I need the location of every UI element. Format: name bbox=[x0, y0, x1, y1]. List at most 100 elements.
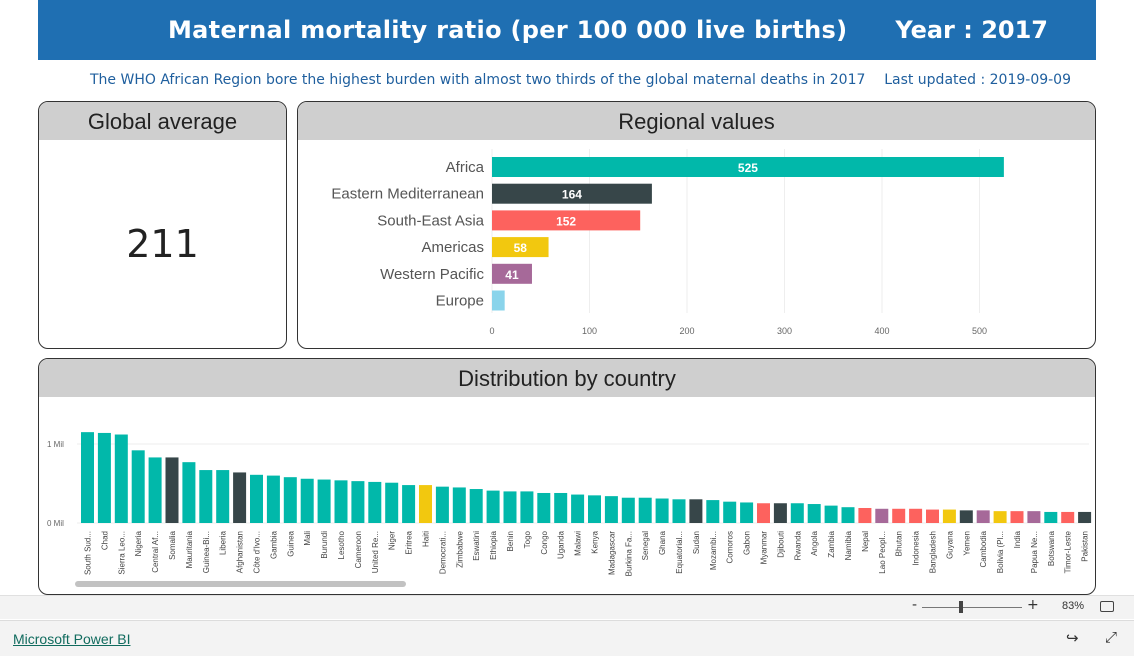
country-bar bbox=[131, 450, 145, 523]
country-label: Mozambi... bbox=[709, 531, 718, 570]
country-label: Nigeria bbox=[134, 530, 143, 556]
country-label: Niger bbox=[388, 531, 397, 550]
country-bar bbox=[588, 495, 601, 523]
zoom-in-button[interactable]: + bbox=[1027, 597, 1039, 613]
report-header: Maternal mortality ratio (per 100 000 li… bbox=[38, 0, 1096, 60]
country-label: Cameroon bbox=[354, 531, 363, 568]
country-label: Namibia bbox=[844, 530, 853, 560]
region-label: Africa bbox=[446, 159, 485, 176]
region-label: South-East Asia bbox=[377, 212, 484, 229]
country-label: Somalia bbox=[168, 530, 177, 559]
distribution-title: Distribution by country bbox=[39, 359, 1095, 397]
country-label: Lao Peopl... bbox=[878, 531, 887, 574]
y-tick-label: 0 Mil bbox=[47, 519, 64, 528]
country-bar bbox=[300, 478, 314, 523]
zoom-slider-track[interactable] bbox=[922, 607, 1022, 608]
country-label: Equatorial... bbox=[675, 531, 684, 574]
x-tick-label: 400 bbox=[874, 326, 889, 336]
country-bar bbox=[554, 492, 568, 523]
country-bar bbox=[1044, 511, 1058, 523]
global-average-card[interactable]: Global average 211 bbox=[38, 101, 287, 349]
region-label: Western Pacific bbox=[380, 266, 484, 283]
regional-bar-chart[interactable]: 0 100 200 300 400 500 Africa 525 Eastern Mediter… bbox=[298, 141, 1095, 347]
x-tick-label: 300 bbox=[777, 326, 792, 336]
country-label: Bangladesh bbox=[929, 531, 938, 573]
country-label: Yemen bbox=[962, 531, 971, 556]
country-label: Madagascar bbox=[607, 531, 616, 575]
country-label: Benin bbox=[506, 531, 515, 551]
country-bar bbox=[689, 499, 703, 523]
country-bar bbox=[1061, 511, 1075, 523]
country-label: Bhutan bbox=[895, 531, 904, 556]
country-bar bbox=[740, 502, 754, 523]
country-bar bbox=[266, 475, 280, 523]
x-tick-label: 200 bbox=[679, 326, 694, 336]
country-bar bbox=[824, 505, 838, 523]
country-bar bbox=[926, 509, 939, 523]
country-label: Bolivia (Pl... bbox=[996, 531, 1005, 573]
chart-scrollbar[interactable] bbox=[75, 581, 406, 587]
country-label: Guinea bbox=[286, 530, 295, 556]
country-bar bbox=[858, 507, 872, 523]
country-bar bbox=[807, 504, 821, 523]
regional-values-card[interactable]: Regional values 0 100 200 300 400 500 Africa 52… bbox=[297, 101, 1096, 349]
country-bar bbox=[571, 494, 585, 523]
country-label: Angola bbox=[810, 530, 819, 555]
country-label: Guinea-Bi... bbox=[202, 531, 211, 573]
region-value-label: 58 bbox=[514, 241, 528, 255]
country-bar bbox=[351, 481, 365, 523]
report-title: Maternal mortality ratio (per 100 000 li… bbox=[168, 16, 848, 44]
zoom-bar: - + 83% bbox=[0, 595, 1134, 619]
country-label: Pakistan bbox=[1081, 531, 1090, 562]
country-bar bbox=[165, 457, 179, 523]
fullscreen-icon[interactable]: ⤢ bbox=[1105, 628, 1117, 646]
country-label: Gambia bbox=[269, 530, 278, 559]
country-bar bbox=[385, 482, 399, 523]
country-label: Burkina Fa... bbox=[624, 531, 633, 576]
region-value-label: 41 bbox=[505, 268, 519, 282]
country-label: Myanmar bbox=[760, 531, 769, 565]
country-label: Eritrea bbox=[405, 530, 414, 554]
country-label: Djibouti bbox=[776, 531, 785, 558]
power-bi-link[interactable]: Microsoft Power BI bbox=[13, 631, 130, 647]
zoom-slider-thumb[interactable] bbox=[959, 601, 963, 613]
fit-to-page-icon[interactable] bbox=[1100, 601, 1114, 612]
country-label: Mauritania bbox=[185, 530, 194, 568]
country-bar bbox=[283, 477, 297, 523]
last-updated: Last updated : 2019-09-09 bbox=[884, 72, 1071, 88]
country-bar bbox=[503, 491, 517, 523]
country-bar bbox=[942, 509, 956, 523]
country-bar bbox=[250, 474, 263, 523]
country-label: Indonesia bbox=[912, 530, 921, 565]
country-bar-chart[interactable]: 0 Mil 1 Mil South Sud... Chad Sierra Leo... N… bbox=[39, 398, 1095, 594]
country-bar bbox=[757, 503, 770, 523]
y-tick-label: 1 Mil bbox=[47, 440, 64, 449]
country-bar bbox=[317, 479, 331, 523]
country-label: Sierra Leo... bbox=[117, 531, 126, 575]
country-bar bbox=[841, 507, 855, 523]
country-bar bbox=[520, 491, 534, 523]
country-bar bbox=[435, 486, 449, 523]
x-tick-label: 500 bbox=[972, 326, 987, 336]
x-tick-label: 0 bbox=[489, 326, 494, 336]
global-average-value: 211 bbox=[126, 222, 199, 266]
country-label: South Sud... bbox=[84, 531, 93, 575]
country-label: Comoros bbox=[726, 531, 735, 563]
country-label: Eswatini bbox=[472, 531, 481, 561]
country-bar bbox=[1078, 511, 1092, 523]
country-bar bbox=[773, 503, 787, 523]
country-bar bbox=[81, 432, 94, 523]
region-value-label: 152 bbox=[556, 214, 576, 228]
country-bar bbox=[182, 462, 196, 523]
country-bar bbox=[875, 508, 889, 523]
zoom-out-button[interactable]: - bbox=[912, 597, 917, 613]
country-label: Botswana bbox=[1047, 530, 1056, 566]
country-label: Burundi bbox=[320, 531, 329, 559]
region-value-label: 525 bbox=[738, 161, 758, 175]
distribution-card[interactable]: Distribution by country 0 Mil 1 Mil South … bbox=[38, 358, 1096, 595]
country-bar bbox=[199, 470, 213, 523]
country-bar bbox=[621, 497, 635, 523]
country-bar bbox=[976, 510, 990, 523]
share-icon[interactable]: ↪ bbox=[1066, 629, 1079, 647]
country-label: Uganda bbox=[557, 530, 566, 559]
